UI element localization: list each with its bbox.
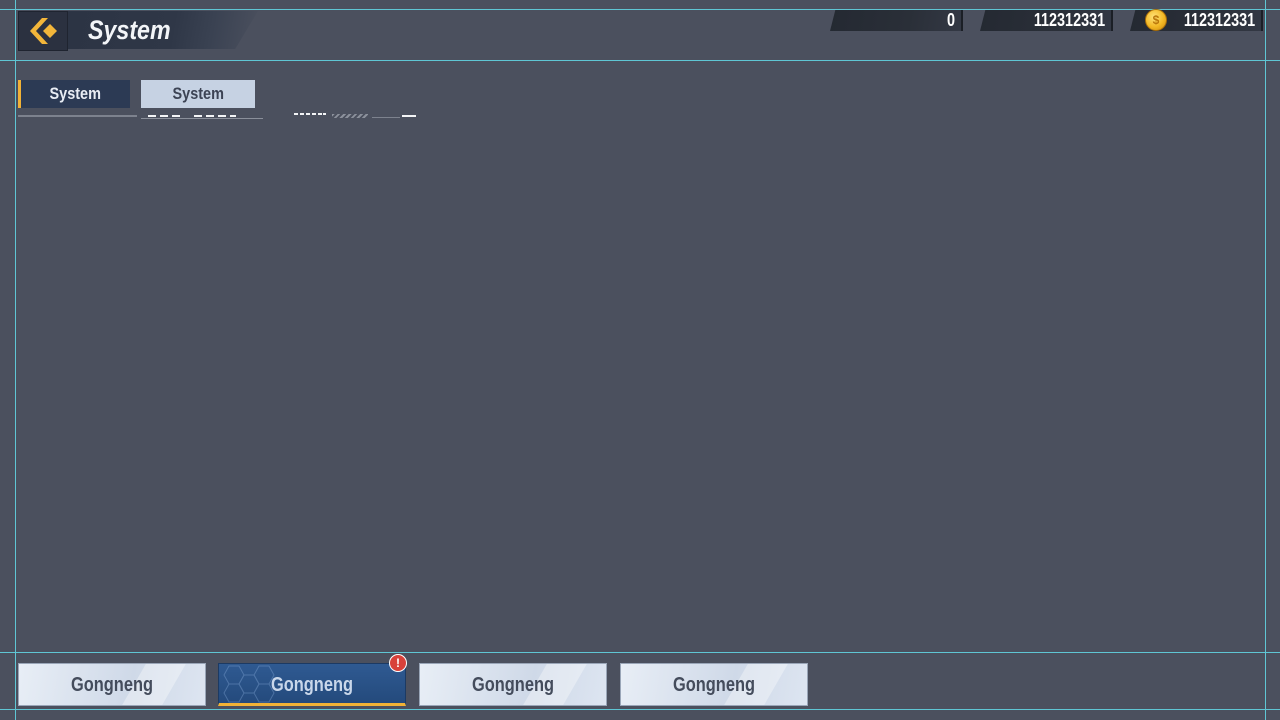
tab-underline: [141, 118, 263, 119]
decor-dash: [206, 115, 214, 117]
bottom-nav-button-4[interactable]: Gongneng: [620, 663, 808, 706]
guide-line-top: [0, 9, 1280, 10]
decor-dash: [318, 113, 322, 115]
decor-dash: [300, 113, 304, 115]
tab-system[interactable]: System: [141, 80, 255, 108]
bottom-nav-label: Gongneng: [70, 674, 153, 696]
currency-value: 0: [946, 10, 955, 30]
guide-line-header: [0, 60, 1280, 61]
decor-dash: [306, 113, 310, 115]
decor-dash: [160, 115, 168, 117]
tab-system-active[interactable]: System: [18, 80, 130, 108]
chevron-left-icon: [30, 18, 57, 44]
gold-coin-icon: $: [1145, 9, 1167, 31]
bottom-nav-button-2[interactable]: Gongneng: [218, 663, 406, 706]
currency-display-1: 0: [830, 10, 963, 31]
decor-dash: [402, 115, 416, 117]
decor-dash: [312, 113, 316, 115]
guide-line-left: [15, 0, 16, 720]
currency-display-2: 112312331: [980, 10, 1113, 31]
tab-underline: [18, 115, 137, 117]
bottom-nav-button-1[interactable]: Gongneng: [18, 663, 206, 706]
decor-dash: [372, 117, 400, 118]
tab-label: System: [49, 84, 102, 103]
page-title: System: [88, 15, 171, 45]
tab-label: System: [172, 84, 224, 103]
decor-dash: [172, 115, 180, 117]
bottom-nav-button-3[interactable]: Gongneng: [419, 663, 607, 706]
back-button[interactable]: [18, 11, 68, 51]
bottom-nav-label: Gongneng: [672, 674, 755, 696]
decor-dash: [323, 113, 326, 115]
guide-line-bottom: [0, 709, 1280, 710]
currency-value: 112312331: [1033, 10, 1105, 30]
decor-hatch: [332, 114, 368, 118]
alert-badge-icon: !: [389, 654, 407, 672]
guide-line-footer: [0, 652, 1280, 653]
decor-dash: [194, 115, 202, 117]
decor-dash: [218, 115, 226, 117]
decor-dash: [294, 113, 298, 115]
bottom-nav-label: Gongneng: [270, 674, 353, 696]
guide-line-right: [1265, 0, 1266, 720]
decor-dash: [230, 115, 236, 117]
bottom-nav-label: Gongneng: [471, 674, 554, 696]
currency-value: 112312331: [1183, 10, 1255, 30]
decor-dash: [148, 115, 156, 117]
